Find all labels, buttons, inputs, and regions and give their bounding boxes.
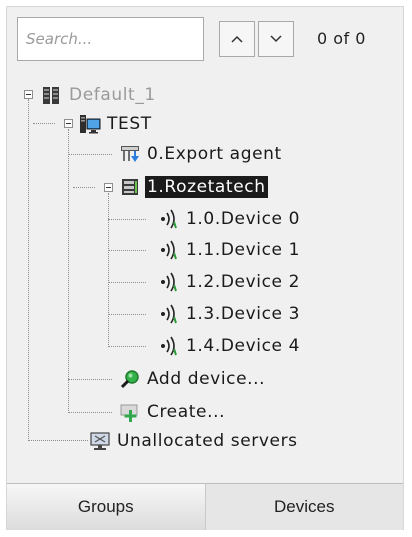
tree-connector	[108, 193, 109, 347]
tree-node-server[interactable]: TEST	[79, 111, 154, 137]
unallocated-monitor-icon	[89, 430, 111, 452]
bottom-tab-bar: Groups Devices	[7, 483, 403, 530]
tree-node-create[interactable]: Create...	[119, 399, 227, 425]
tree-connector	[68, 412, 112, 413]
tree-connector	[73, 187, 95, 188]
tree-node-add-device[interactable]: Add device...	[119, 366, 267, 392]
device-tree: Default_1 TEST 0.Export agent 1.Rozetate…	[7, 7, 405, 467]
tab-groups[interactable]: Groups	[7, 484, 206, 530]
tree-node-label: 0.Export agent	[147, 144, 282, 164]
device-tree-panel: 0 of 0	[6, 6, 404, 530]
tree-connector	[28, 99, 29, 441]
tree-node-label: Add device...	[147, 369, 266, 389]
camera-signal-icon	[158, 335, 180, 357]
tree-connector	[68, 379, 112, 380]
computer-server-icon	[79, 113, 101, 135]
tree-node-unallocated-servers[interactable]: Unallocated servers	[89, 428, 300, 454]
tree-connector	[108, 250, 146, 251]
tree-connector	[68, 154, 112, 155]
tree-node-label: 1.2.Device 2	[186, 272, 300, 292]
tree-connector	[28, 440, 88, 441]
camera-signal-icon	[158, 271, 180, 293]
video-device-icon	[119, 176, 141, 198]
tree-node-label: 1.4.Device 4	[186, 336, 300, 356]
magnifier-add-icon	[119, 368, 141, 390]
tree-connector	[68, 129, 69, 413]
tree-connector	[33, 123, 55, 124]
tree-node-label: Unallocated servers	[117, 431, 298, 451]
tree-connector	[108, 219, 146, 220]
tree-node-device-group[interactable]: 1.Rozetatech	[119, 174, 268, 200]
tree-node-device[interactable]: 1.1.Device 1	[158, 237, 302, 263]
collapse-toggle[interactable]	[24, 90, 33, 99]
server-rack-icon	[41, 84, 63, 106]
tree-connector	[108, 346, 146, 347]
tree-node-label: 1.Rozetatech	[145, 176, 268, 198]
collapse-toggle[interactable]	[64, 119, 73, 128]
tree-node-root[interactable]: Default_1	[41, 82, 158, 108]
tree-node-label: 1.1.Device 1	[186, 240, 300, 260]
camera-signal-icon	[158, 239, 180, 261]
tree-node-device[interactable]: 1.0.Device 0	[158, 206, 302, 232]
camera-signal-icon	[158, 208, 180, 230]
tree-node-label: TEST	[107, 114, 152, 134]
export-agent-icon	[119, 143, 141, 165]
tree-node-label: 1.0.Device 0	[186, 209, 300, 229]
tree-node-device[interactable]: 1.3.Device 3	[158, 301, 302, 327]
collapse-toggle[interactable]	[104, 183, 113, 192]
camera-signal-icon	[158, 303, 180, 325]
tree-node-device[interactable]: 1.2.Device 2	[158, 269, 302, 295]
tree-node-export-agent[interactable]: 0.Export agent	[119, 141, 284, 167]
tree-connector	[108, 282, 146, 283]
tree-node-device[interactable]: 1.4.Device 4	[158, 333, 302, 359]
create-plus-icon	[119, 401, 141, 423]
tab-devices[interactable]: Devices	[205, 484, 403, 530]
tree-node-label: 1.3.Device 3	[186, 304, 300, 324]
tree-node-label: Default_1	[69, 85, 156, 105]
tree-node-label: Create...	[147, 402, 226, 422]
tree-connector	[108, 314, 146, 315]
